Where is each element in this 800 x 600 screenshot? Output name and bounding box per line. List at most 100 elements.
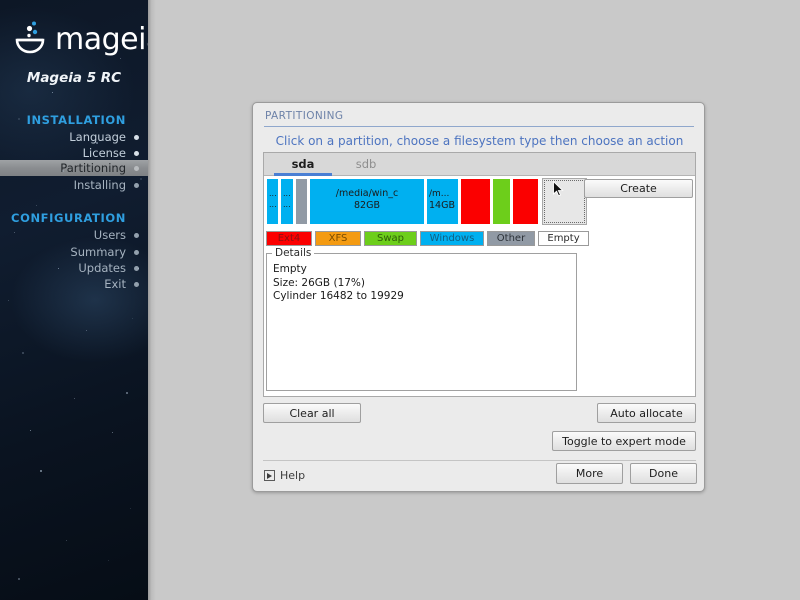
- partition-label: ...: [269, 189, 277, 198]
- sidebar-item-summary[interactable]: Summary: [0, 244, 148, 260]
- status-dot-icon: [134, 233, 139, 238]
- create-button[interactable]: Create: [584, 179, 693, 198]
- background-star: [52, 92, 53, 93]
- sidebar-item-language[interactable]: Language: [0, 129, 148, 145]
- background-star: [8, 300, 9, 301]
- partition-bar: ... ... ... ... /media/win_c 82GB /m... …: [266, 178, 587, 225]
- legend-item-swap[interactable]: Swap: [364, 231, 417, 246]
- status-dot-icon: [134, 282, 139, 287]
- mouse-cursor-icon: [553, 181, 564, 197]
- sidebar-item-installing[interactable]: Installing: [0, 177, 148, 193]
- partition-block-empty-selected[interactable]: [542, 178, 587, 225]
- status-dot-icon: [134, 151, 139, 156]
- status-dot-icon: [134, 183, 139, 188]
- background-star: [36, 205, 37, 206]
- details-groupbox: Details Empty Size: 26GB (17%) Cylinder …: [266, 247, 577, 391]
- background-star: [62, 170, 64, 172]
- legend-item-windows[interactable]: Windows: [420, 231, 484, 246]
- partition-size: ...: [283, 200, 291, 209]
- sidebar-item-license[interactable]: License: [0, 145, 148, 161]
- help-label: Help: [280, 469, 306, 482]
- more-button[interactable]: More: [556, 463, 623, 484]
- background-star: [66, 540, 67, 541]
- background-star: [140, 178, 142, 180]
- partition-size: ...: [269, 200, 277, 209]
- clear-all-button[interactable]: Clear all: [263, 403, 361, 423]
- help-play-icon: [264, 470, 275, 481]
- legend-item-xfs[interactable]: XFS: [315, 231, 361, 246]
- tab-sdb[interactable]: sdb: [340, 153, 392, 176]
- status-dot-icon: [134, 250, 139, 255]
- partition-panel: sda sdb ... ... ... ... /media/win_c 82G…: [263, 152, 696, 397]
- background-star: [22, 352, 24, 354]
- background-star: [138, 268, 139, 269]
- background-star: [96, 142, 98, 144]
- sidebar-divider: [148, 0, 156, 600]
- background-star: [112, 432, 113, 433]
- sidebar-item-label: Users: [93, 228, 126, 242]
- sidebar-item-exit[interactable]: Exit: [0, 276, 148, 292]
- background-star: [132, 318, 133, 319]
- version-label: Mageia 5 RC: [26, 70, 122, 86]
- partition-block[interactable]: /m... 14GB: [426, 178, 459, 225]
- sidebar-item-label: Exit: [104, 277, 126, 291]
- details-text: Empty Size: 26GB (17%) Cylinder 16482 to…: [273, 263, 572, 304]
- partition-block[interactable]: [460, 178, 491, 225]
- section-heading-configuration: CONFIGURATION: [11, 211, 126, 225]
- status-dot-icon: [134, 135, 139, 140]
- partition-size: 14GB: [429, 201, 455, 211]
- background-star: [18, 118, 20, 120]
- details-line-size: Size: 26GB (17%): [273, 276, 365, 289]
- done-button[interactable]: Done: [630, 463, 697, 484]
- background-star: [108, 560, 109, 561]
- background-star: [74, 398, 75, 399]
- background-star: [30, 430, 31, 431]
- footer-divider: [263, 460, 696, 461]
- installer-sidebar: mageia Mageia 5 RC INSTALLATION Language…: [0, 0, 148, 600]
- partitioning-dialog: PARTITIONING Click on a partition, choos…: [252, 102, 705, 492]
- sidebar-item-label: Installing: [73, 178, 126, 192]
- sidebar-item-users[interactable]: Users: [0, 227, 148, 243]
- details-line-cylinder: Cylinder 16482 to 19929: [273, 290, 404, 302]
- partition-block[interactable]: ... ...: [266, 178, 279, 225]
- page-title: PARTITIONING: [265, 110, 344, 122]
- legend-item-ext4[interactable]: Ext4: [266, 231, 312, 246]
- partition-block[interactable]: [512, 178, 539, 225]
- partition-label: /media/win_c: [335, 189, 399, 199]
- background-star: [126, 392, 128, 394]
- background-star: [100, 248, 101, 249]
- auto-allocate-button[interactable]: Auto allocate: [597, 403, 696, 423]
- partition-block[interactable]: [492, 178, 511, 225]
- details-line-type: Empty: [273, 263, 307, 275]
- title-divider: [264, 126, 694, 127]
- legend-item-empty[interactable]: Empty: [538, 231, 589, 246]
- legend-item-other[interactable]: Other: [487, 231, 535, 246]
- background-star: [120, 58, 121, 59]
- partition-size: 82GB: [354, 201, 380, 211]
- partition-block[interactable]: ... ...: [280, 178, 294, 225]
- sidebar-item-label: License: [82, 146, 126, 160]
- instruction-text: Click on a partition, choose a filesyste…: [275, 134, 684, 148]
- help-link[interactable]: Help: [264, 467, 305, 484]
- background-star: [130, 508, 131, 509]
- mageia-cauldron-logo-icon: [15, 21, 45, 54]
- tab-sda[interactable]: sda: [274, 153, 332, 176]
- toggle-expert-mode-button[interactable]: Toggle to expert mode: [552, 431, 696, 451]
- background-star: [40, 470, 42, 472]
- background-star: [18, 578, 20, 580]
- partition-block[interactable]: [295, 178, 308, 225]
- disk-tabs: sda sdb: [264, 153, 695, 176]
- partition-label: ...: [283, 189, 291, 198]
- section-heading-installation: INSTALLATION: [26, 113, 126, 127]
- sidebar-item-label: Summary: [70, 245, 126, 259]
- mageia-logo-text: mageia: [55, 22, 148, 57]
- sidebar-item-partitioning[interactable]: Partitioning: [0, 160, 148, 176]
- partition-block[interactable]: /media/win_c 82GB: [309, 178, 425, 225]
- sidebar-item-updates[interactable]: Updates: [0, 260, 148, 276]
- sidebar-item-label: Partitioning: [60, 161, 126, 175]
- partition-label: /m...: [429, 189, 450, 199]
- details-groupbox-label: Details: [272, 247, 315, 259]
- sidebar-item-label: Updates: [78, 261, 126, 275]
- background-star: [14, 232, 15, 233]
- background-star: [58, 268, 59, 269]
